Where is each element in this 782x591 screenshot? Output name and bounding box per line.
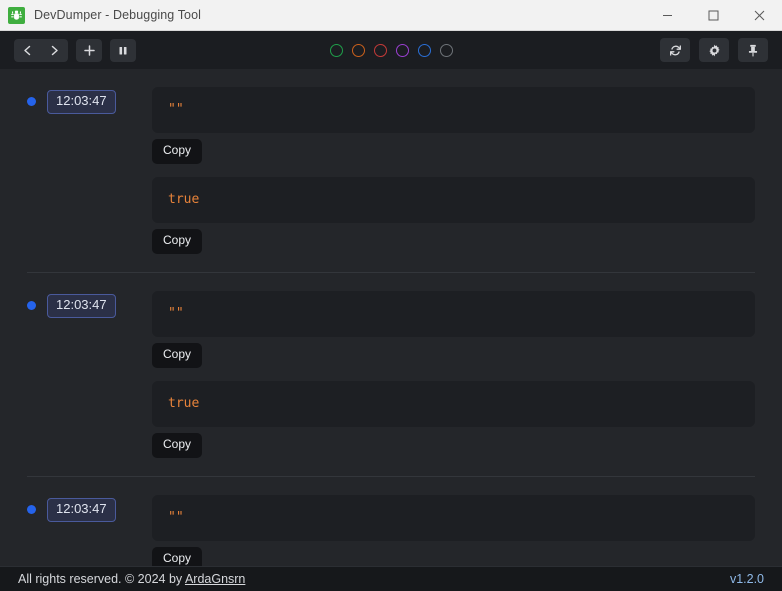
log-entry-meta: 12:03:47	[27, 291, 152, 318]
log-entry-meta: 12:03:47	[27, 87, 152, 114]
log-area[interactable]: 12:03:47 "" Copy true Copy 12:03:47 "" Copy true…	[0, 69, 782, 591]
forward-button[interactable]	[41, 39, 68, 62]
copy-button[interactable]: Copy	[152, 433, 203, 458]
dump-value: true	[168, 191, 200, 207]
footer-version: v1.2.0	[729, 572, 764, 586]
log-list: 12:03:47 "" Copy true Copy 12:03:47 "" Copy true…	[0, 69, 782, 591]
log-entry-meta: 12:03:47	[27, 495, 152, 522]
toolbar	[0, 31, 782, 69]
dump-block: "" Copy	[152, 290, 755, 368]
entry-status-dot	[27, 301, 36, 311]
status-dot-purple[interactable]	[395, 43, 409, 57]
footer-copyright-text: All rights reserved. © 2024 by	[18, 572, 185, 586]
footer-copyright: All rights reserved. © 2024 by ArdaGnsrn	[18, 572, 245, 586]
maximize-button[interactable]	[690, 0, 736, 31]
status-dot-gray[interactable]	[439, 43, 453, 57]
status-dot-green[interactable]	[329, 43, 343, 57]
dump-value: true	[168, 395, 200, 411]
toolbar-right-group	[660, 38, 768, 62]
log-entry-body: "" Copy true Copy	[152, 87, 755, 254]
entry-timestamp: 12:03:47	[47, 293, 116, 318]
status-dot-orange[interactable]	[351, 43, 365, 57]
dump-value-panel[interactable]: ""	[152, 290, 755, 338]
minimize-button[interactable]	[644, 0, 690, 31]
dump-value: ""	[168, 102, 184, 117]
entry-status-dot	[27, 97, 36, 107]
close-button[interactable]	[736, 0, 782, 31]
status-dot-red[interactable]	[373, 43, 387, 57]
window-title: DevDumper - Debugging Tool	[34, 8, 202, 22]
nav-button-group	[14, 38, 68, 62]
pin-icon[interactable]	[738, 38, 768, 62]
copy-button[interactable]: Copy	[152, 139, 203, 164]
app-window: DevDumper - Debugging Tool 12:03:47 "" C…	[0, 0, 782, 591]
dump-value: ""	[168, 509, 184, 525]
dump-value-panel[interactable]: ""	[152, 494, 755, 542]
dump-block: true Copy	[152, 380, 755, 458]
entry-timestamp: 12:03:47	[47, 497, 116, 522]
footer-bar: All rights reserved. © 2024 by ArdaGnsrn…	[0, 566, 782, 591]
dump-block: "" Copy	[152, 494, 755, 572]
window-controls	[644, 0, 782, 31]
dump-block: true Copy	[152, 176, 755, 254]
dump-value: ""	[168, 305, 184, 321]
dump-value-panel[interactable]: true	[152, 380, 755, 428]
title-bar: DevDumper - Debugging Tool	[0, 0, 782, 31]
status-dot-blue[interactable]	[417, 43, 431, 57]
copy-button[interactable]: Copy	[152, 229, 203, 254]
bug-icon	[8, 6, 25, 24]
toolbar-left-group	[14, 38, 136, 62]
back-button[interactable]	[14, 39, 41, 62]
refresh-icon[interactable]	[660, 38, 690, 62]
dump-block: "" Copy	[152, 87, 755, 164]
dump-value-panel[interactable]: true	[152, 176, 755, 224]
pause-button[interactable]	[110, 38, 136, 62]
add-button[interactable]	[76, 38, 102, 62]
log-entry: 12:03:47 "" Copy true Copy	[27, 69, 755, 273]
entry-timestamp: 12:03:47	[47, 90, 116, 114]
copy-button[interactable]: Copy	[152, 343, 203, 368]
log-entry-body: "" Copy true Copy	[152, 290, 755, 458]
footer-author-link[interactable]: ArdaGnsrn	[185, 572, 245, 586]
log-entry: 12:03:47 "" Copy true Copy	[27, 273, 755, 477]
dump-value-panel[interactable]: ""	[152, 87, 755, 134]
gear-icon[interactable]	[699, 38, 729, 62]
entry-status-dot	[27, 505, 36, 515]
